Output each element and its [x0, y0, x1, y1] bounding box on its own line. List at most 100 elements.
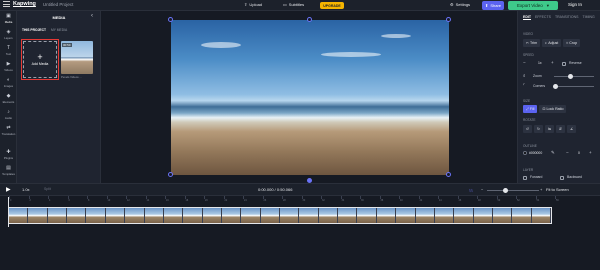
nav-item-elements[interactable]: ◆ Elements [0, 91, 17, 107]
nav-item-audio[interactable]: ♪ Audio [0, 107, 17, 123]
filmstrip-frame [202, 208, 222, 223]
angle-icon: ∠ [570, 127, 574, 131]
zoom-slider-knob[interactable] [568, 74, 573, 79]
zoom-in-icon[interactable]: + [540, 187, 542, 192]
ruler-label: 16 [166, 199, 169, 202]
resize-handle-tl[interactable] [168, 17, 173, 22]
minus-icon[interactable]: − [566, 150, 569, 155]
plus-icon[interactable]: + [551, 60, 554, 65]
rotate-custom-button[interactable]: ∠ [567, 125, 577, 133]
nav-label: Layers [4, 36, 13, 40]
upgrade-button[interactable]: UPGRADE [320, 2, 344, 9]
menu-icon[interactable] [3, 1, 10, 7]
split-button[interactable]: Split [44, 187, 51, 191]
speed-section-title: SPEED [523, 53, 534, 57]
nav-item-translation[interactable]: ⇄ Translation [0, 123, 17, 139]
video-track[interactable] [8, 207, 552, 224]
timecode: 0:00.000 / 0:50.066 [258, 187, 293, 192]
minus-icon[interactable]: − [523, 60, 526, 65]
speed-value[interactable]: 1x [538, 61, 542, 65]
outline-width-value[interactable]: 0 [578, 151, 580, 155]
trim-button[interactable]: ✂ Trim [523, 39, 541, 47]
settings-button[interactable]: ⚙ Settings [450, 2, 470, 7]
adjust-button[interactable]: ◐ Adjust [542, 39, 562, 47]
timeline-ruler[interactable]: 0 2 4 6 8 10 12 14 16 18 20 22 24 26 28 30 32 34 36 38 40 42 4… [0, 196, 600, 206]
export-button[interactable]: Export Video ▾ [508, 1, 558, 10]
share-button[interactable]: ⬆ Share [482, 1, 504, 10]
logo[interactable]: Kapwing [13, 1, 36, 7]
outline-color-swatch[interactable] [523, 151, 527, 155]
tab-my-media[interactable]: MY MEDIA [51, 28, 67, 32]
add-media-button[interactable]: + Add Media [21, 39, 59, 80]
timeline-zoom-slider[interactable] [487, 190, 539, 191]
playback-speed[interactable]: 1.0x [22, 187, 30, 192]
eyedropper-icon[interactable]: ✎ [551, 150, 555, 156]
resize-handle-bl[interactable] [168, 172, 173, 177]
sign-in-link[interactable]: Sign In [568, 2, 582, 7]
subtitles-button[interactable]: ▭ Subtitles [283, 2, 304, 7]
audio-icon: ♪ [7, 109, 10, 115]
forward-checkbox[interactable] [523, 176, 527, 180]
project-title[interactable]: Untitled Project [43, 2, 74, 7]
ruler-label: 24 [244, 199, 247, 202]
nav-item-plugins[interactable]: ✚ Plugins [0, 147, 17, 163]
media-thumbnail[interactable]: 00:50 [61, 41, 93, 74]
properties-panel: EDIT EFFECTS TRANSITIONS TIMING VIDEO ✂ T… [517, 11, 600, 183]
tab-this-project[interactable]: THIS PROJECT [22, 28, 46, 32]
tab-effects[interactable]: EFFECTS [535, 15, 551, 20]
nav-item-videos[interactable]: ▶ Videos [0, 59, 17, 75]
corners-slider-knob[interactable] [553, 84, 558, 89]
resize-handle-tr[interactable] [446, 17, 451, 22]
fit-to-screen-button[interactable]: Fit to Screen [546, 187, 569, 192]
rotate-right-button[interactable]: ↻ [534, 125, 544, 133]
lock-icon: ⊡ [542, 107, 546, 111]
forward-label[interactable]: Forward [530, 175, 542, 179]
collapse-icon[interactable]: ‹ [91, 13, 93, 19]
upload-button[interactable]: ⇪ Upload [244, 2, 262, 7]
timeline-zoom-knob[interactable] [503, 188, 508, 193]
filmstrip-frame [473, 208, 493, 223]
filmstrip-frame [221, 208, 242, 223]
flip-vertical-button[interactable]: ⇵ [556, 125, 566, 133]
backward-checkbox[interactable] [560, 176, 564, 180]
zoom-slider[interactable] [554, 76, 594, 77]
outline-color-value[interactable]: #000000 [529, 151, 542, 155]
elements-icon: ◆ [6, 93, 11, 99]
nav-item-images[interactable]: ◐ Images [0, 75, 17, 91]
nav-label: Translation [1, 132, 16, 136]
tab-transitions[interactable]: TRANSITIONS [555, 15, 579, 20]
zoom-label: Zoom [533, 74, 542, 78]
rotate-left-button[interactable]: ↺ [523, 125, 533, 133]
add-media-dropzone: + Add Media [23, 41, 57, 78]
flip-horizontal-button[interactable]: ⇋ [545, 125, 555, 133]
reverse-checkbox[interactable] [562, 62, 566, 66]
lock-ratio-button[interactable]: ⊡ Lock Ratio [539, 105, 567, 113]
plus-icon[interactable]: + [589, 150, 592, 155]
filmstrip-frame [299, 208, 319, 223]
nav-item-layers[interactable]: ◈ Layers [0, 27, 17, 43]
corners-slider[interactable] [554, 86, 594, 87]
video-frame[interactable] [171, 20, 449, 175]
waveform-icon[interactable]: ⌇⌇ [469, 188, 473, 193]
upload-label: Upload [249, 2, 263, 7]
fill-button[interactable]: ⤢ Fill [523, 105, 538, 113]
resize-handle-tm[interactable] [307, 17, 312, 22]
crop-button[interactable]: ⌗ Crop [563, 39, 581, 47]
ruler-label: 40 [400, 199, 403, 202]
ruler-label: 48 [478, 199, 481, 202]
zoom-out-icon[interactable]: − [481, 187, 483, 192]
nav-item-media[interactable]: ▣ Media [0, 11, 17, 27]
resize-handle-br[interactable] [446, 172, 451, 177]
nav-item-text[interactable]: T Text [0, 43, 17, 59]
tab-timing[interactable]: TIMING [582, 15, 594, 20]
play-icon[interactable]: ▶ [6, 187, 11, 193]
ruler-label: 36 [361, 199, 364, 202]
ruler-label: 50 [497, 199, 501, 202]
backward-label[interactable]: Backward [567, 175, 582, 179]
tab-edit[interactable]: EDIT [523, 15, 531, 20]
filmstrip-frame [280, 208, 300, 223]
playhead[interactable] [8, 197, 9, 227]
video-section-title: VIDEO [523, 32, 533, 36]
cloud [321, 52, 381, 57]
nav-item-templates[interactable]: ▤ Templates [0, 163, 17, 179]
